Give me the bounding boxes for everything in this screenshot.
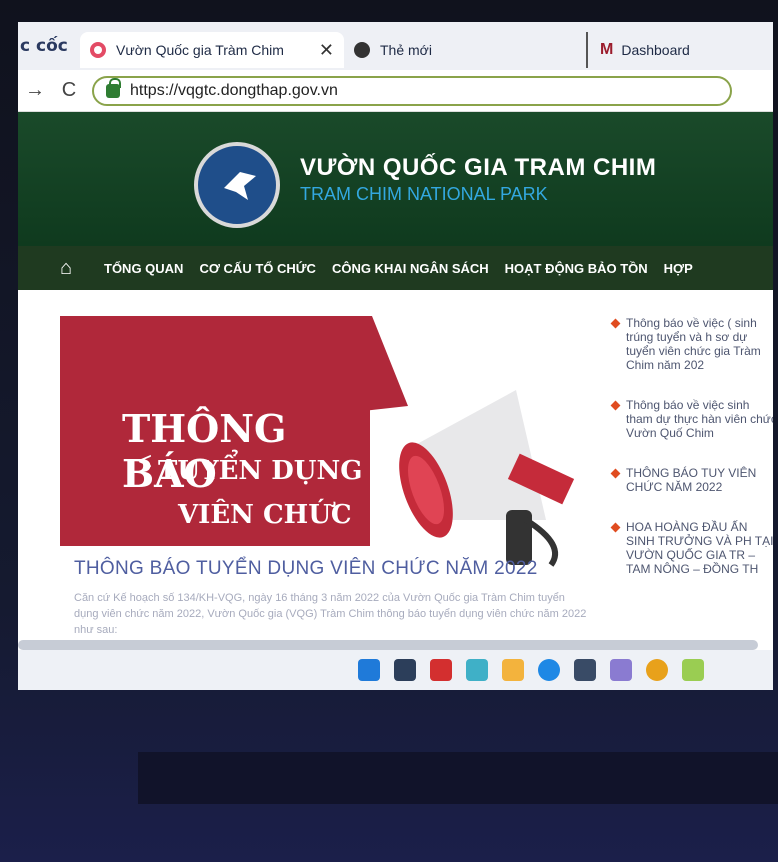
laptop-bezel [138,752,778,804]
tab-vuon-quoc-gia[interactable]: Vườn Quốc gia Tràm Chim ✕ [80,32,344,68]
tab-dashboard[interactable]: M Dashboard [586,32,700,68]
news-snippet: Căn cứ Kế hoạch số 134/KH-VQG, ngày 16 t… [74,592,587,636]
task-view-icon[interactable] [394,659,416,681]
crane-icon [224,172,256,200]
menu-item-co-cau[interactable]: CƠ CẤU TỔ CHỨC [199,261,315,276]
address-row: → C https://vqgtc.dongthap.gov.vn [18,70,773,112]
folder-icon[interactable] [502,659,524,681]
close-icon[interactable]: ✕ [319,40,334,61]
tab-label: Thẻ mới [380,42,432,58]
banner-line3: VIÊN CHỨC [178,500,352,530]
sidebar-news-item[interactable]: HOA HOÀNG ĐẦU ẤN SINH TRƯỞNG VÀ PH TẠI V… [608,520,773,576]
lock-icon [106,77,121,98]
menu-item-bao-ton[interactable]: HOẠT ĐỘNG BẢO TỒN [505,261,648,276]
reload-icon[interactable]: C [52,79,86,102]
photos-icon[interactable] [610,659,632,681]
url-text: https://vqgtc.dongthap.gov.vn [130,81,338,99]
main-menu: ⌂ TỔNG QUAN CƠ CẤU TỔ CHỨC CÔNG KHAI NGÂ… [18,246,773,290]
dashboard-logo-icon: M [600,41,614,58]
sidebar-news-item[interactable]: Thông báo về việc ( sinh trúng tuyển và … [608,316,773,372]
sidebar-news-item[interactable]: Thông báo về việc sinh tham dự thực hàn … [608,398,773,440]
megaphone-icon [399,390,575,567]
sidebar-news: Thông báo về việc ( sinh trúng tuyển và … [608,316,773,602]
park-logo-icon[interactable] [194,142,280,228]
page-content: THÔNG BÁO < TUYỂN DỤNG VIÊN CHỨC THÔNG B… [18,290,773,650]
banner-line2: TUYỂN DỤNG [158,456,363,486]
sidebar-news-item[interactable]: THÔNG BÁO TUY VIÊN CHỨC NĂM 2022 [608,466,773,494]
speech-bubble-tail [318,316,408,416]
opera-icon[interactable] [430,659,452,681]
start-icon[interactable] [358,659,380,681]
horizontal-scrollbar[interactable] [18,640,758,650]
menu-item-ngan-sach[interactable]: CÔNG KHAI NGÂN SÁCH [332,261,489,276]
coccoc-icon[interactable] [466,659,488,681]
site-title: VƯỜN QUỐC GIA TRAM CHIM [300,154,657,181]
news-title[interactable]: THÔNG BÁO TUYỂN DỤNG VIÊN CHỨC NĂM 2022 [74,558,538,580]
forward-icon[interactable]: → [18,79,52,102]
site-favicon-icon [90,42,106,58]
laptop-screen: c cốc Vườn Quốc gia Tràm Chim ✕ Thẻ mới … [18,22,773,690]
menu-item-hop[interactable]: HỢP [664,261,693,276]
tab-label: Vườn Quốc gia Tràm Chim [116,42,284,58]
chrome-icon[interactable] [646,659,668,681]
tab-new[interactable]: Thẻ mới [344,32,564,68]
new-tab-icon [354,42,370,58]
banner-arrow: < [138,448,153,475]
tab-label: Dashboard [621,42,690,58]
site-subtitle: TRAM CHIM NATIONAL PARK [300,184,548,204]
address-bar[interactable]: https://vqgtc.dongthap.gov.vn [92,75,732,106]
app-icon[interactable] [682,659,704,681]
store-icon[interactable] [574,659,596,681]
home-icon[interactable]: ⌂ [44,257,88,280]
menu-item-tong-quan[interactable]: TỔNG QUAN [104,261,183,276]
taskbar [18,650,773,690]
browser-brand: c cốc [20,36,68,56]
browser-tab-bar: c cốc Vườn Quốc gia Tràm Chim ✕ Thẻ mới … [18,22,773,70]
edge-icon[interactable] [538,659,560,681]
